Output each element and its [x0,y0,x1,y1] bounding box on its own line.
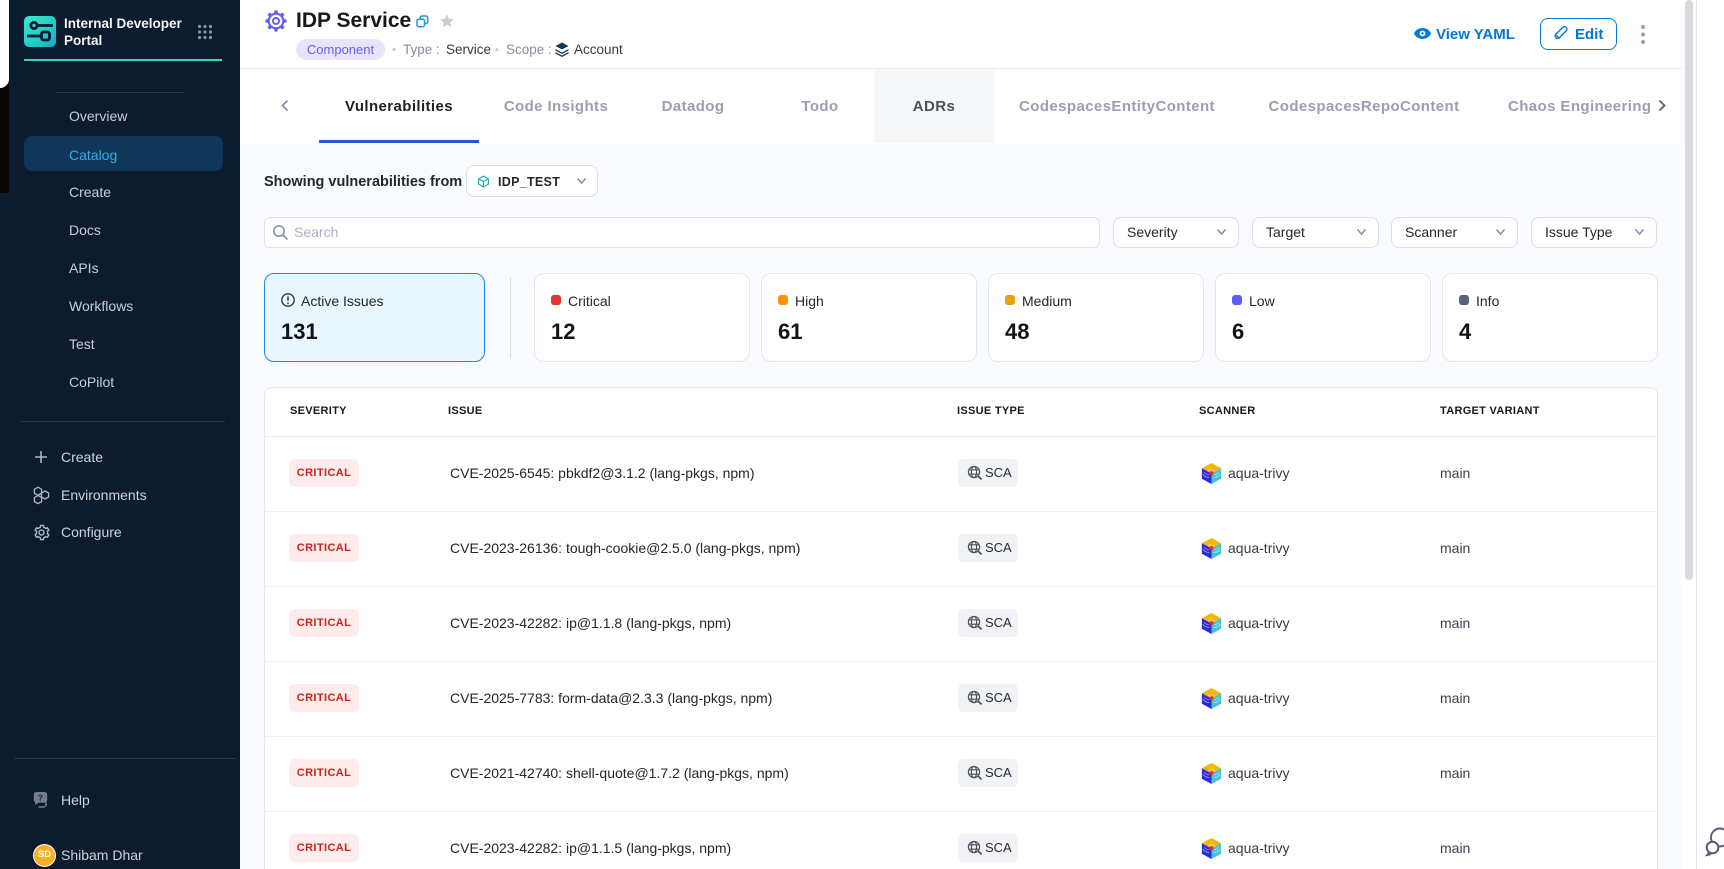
svg-text:?: ? [38,792,43,802]
